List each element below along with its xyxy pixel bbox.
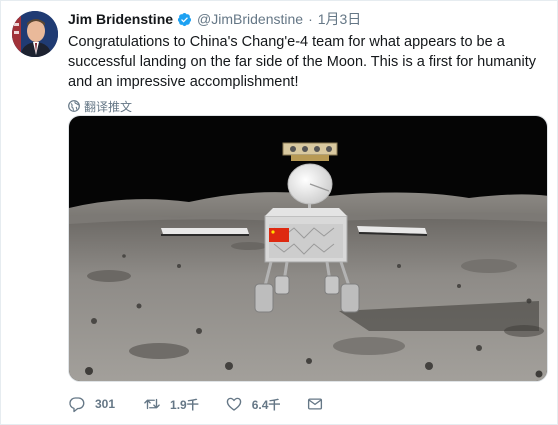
globe-icon bbox=[68, 100, 80, 112]
retweet-icon bbox=[144, 398, 160, 410]
tweet-header: Jim Bridenstine @JimBridenstine · 1月3日 bbox=[68, 10, 548, 28]
reply-count: 301 bbox=[95, 397, 116, 411]
envelope-icon bbox=[308, 398, 323, 410]
moon-rover-image bbox=[69, 116, 547, 381]
tweet-content: Jim Bridenstine @JimBridenstine · 1月3日 C… bbox=[68, 10, 548, 114]
translate-label: 翻译推文 bbox=[84, 99, 133, 114]
translate-tweet-link[interactable]: 翻译推文 bbox=[68, 98, 138, 114]
verified-badge-icon bbox=[177, 12, 192, 27]
avatar-portrait bbox=[12, 11, 58, 57]
author-avatar[interactable] bbox=[12, 11, 58, 57]
direct-message-button[interactable] bbox=[306, 395, 324, 413]
author-name[interactable]: Jim Bridenstine bbox=[68, 11, 173, 27]
retweet-count: 1.9千 bbox=[170, 397, 199, 412]
reply-button[interactable]: 301 bbox=[68, 395, 117, 413]
reply-icon bbox=[69, 397, 85, 413]
author-handle[interactable]: @JimBridenstine bbox=[197, 11, 303, 27]
tweet-text: Congratulations to China's Chang'e-4 tea… bbox=[68, 34, 536, 90]
tweet-timestamp[interactable]: 1月3日 bbox=[318, 9, 362, 29]
tweet-actions: 301 1.9千 6.4千 bbox=[68, 394, 350, 414]
heart-icon bbox=[226, 397, 241, 411]
like-count: 6.4千 bbox=[251, 397, 281, 412]
tweet-photo[interactable] bbox=[68, 115, 548, 382]
tweet-card: Jim Bridenstine @JimBridenstine · 1月3日 C… bbox=[0, 0, 558, 425]
header-separator: · bbox=[308, 11, 313, 27]
like-button[interactable]: 6.4千 bbox=[225, 395, 281, 413]
retweet-button[interactable]: 1.9千 bbox=[143, 395, 199, 413]
